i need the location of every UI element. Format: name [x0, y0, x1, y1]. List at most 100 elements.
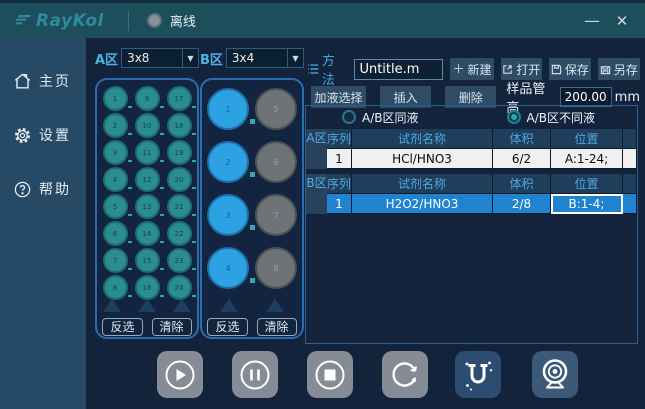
radio-different-label: A/B区不同液	[527, 109, 596, 126]
well-a-19[interactable]: 19	[167, 140, 192, 165]
sidebar-item-home[interactable]: 主页	[0, 66, 86, 96]
table-row[interactable]: 1H2O2/HNO32/8B:1-4;	[327, 194, 637, 214]
well-a-24[interactable]: 24	[167, 275, 192, 300]
well-b-7[interactable]: 7	[255, 194, 297, 236]
well-a-18[interactable]: 18	[167, 113, 192, 138]
column-marker-icon[interactable]	[138, 299, 156, 312]
well-number: 5	[113, 203, 117, 211]
pause-button[interactable]	[232, 351, 278, 398]
well-a-21[interactable]: 21	[167, 194, 192, 219]
help-icon	[13, 180, 32, 199]
column-header-filler	[623, 129, 637, 149]
well-b-2[interactable]: 2	[207, 141, 249, 183]
table-cell[interactable]: 1	[327, 194, 352, 214]
plate-a-box: 123456789101112131415161718192021222324 …	[95, 78, 199, 339]
method-filename-input[interactable]: Untitle.m	[354, 59, 443, 80]
well-a-2[interactable]: 2	[103, 113, 128, 138]
radio-icon[interactable]	[507, 110, 521, 124]
plate-a-size-select[interactable]: 3x8 ▼	[121, 48, 199, 68]
reset-button[interactable]	[382, 351, 428, 398]
plate-a-clear-button[interactable]: 清除	[152, 318, 192, 336]
well-a-11[interactable]: 11	[135, 140, 160, 165]
well-a-13[interactable]: 13	[135, 194, 160, 219]
camera-button[interactable]	[532, 351, 578, 398]
well-b-4[interactable]: 4	[207, 247, 249, 289]
plate-b-clear-button[interactable]: 清除	[257, 318, 297, 336]
radio-icon[interactable]	[342, 110, 356, 124]
well-a-16[interactable]: 16	[135, 275, 160, 300]
close-button[interactable]: ✕	[607, 12, 637, 30]
well-a-3[interactable]: 3	[103, 140, 128, 165]
well-a-5[interactable]: 5	[103, 194, 128, 219]
table-header-row: 序列试剂名称体积位置	[327, 129, 637, 149]
table-b-zone-label: B区	[306, 174, 327, 214]
well-number: 14	[143, 230, 152, 238]
well-number: 2	[113, 122, 117, 130]
minimize-button[interactable]: —	[577, 11, 607, 30]
chevron-down-icon[interactable]: ▼	[287, 49, 303, 67]
plate-b-invert-button[interactable]: 反选	[207, 318, 247, 336]
well-b-5[interactable]: 5	[255, 88, 297, 130]
stop-button[interactable]	[307, 351, 353, 398]
well-number: 8	[273, 264, 278, 273]
column-marker-icon[interactable]	[103, 299, 121, 312]
well-a-17[interactable]: 17	[167, 86, 192, 111]
plate-b-size-value: 3x4	[227, 51, 287, 65]
plate-b-wells: 1 2 3 4 5 6 7 8	[202, 88, 302, 289]
well-a-20[interactable]: 20	[167, 167, 192, 192]
tube-height-input[interactable]: 200.00	[560, 87, 611, 107]
start-button[interactable]	[157, 351, 203, 398]
column-header: 体积	[493, 129, 551, 149]
radio-different-liquid[interactable]: A/B区不同液	[507, 109, 596, 126]
well-number: 4	[225, 264, 230, 273]
table-cell[interactable]: H2O2/HNO3	[352, 194, 493, 214]
well-a-8[interactable]: 8	[103, 275, 128, 300]
well-a-6[interactable]: 6	[103, 221, 128, 246]
well-a-22[interactable]: 22	[167, 221, 192, 246]
well-a-23[interactable]: 23	[167, 248, 192, 273]
table-cell[interactable]: A:1-24;	[551, 149, 623, 169]
rinse-tube-button[interactable]	[455, 351, 501, 398]
sidebar-item-label: 主页	[39, 71, 71, 91]
column-marker-icon[interactable]	[266, 299, 284, 312]
well-a-4[interactable]: 4	[103, 167, 128, 192]
well-a-12[interactable]: 12	[135, 167, 160, 192]
chevron-down-icon[interactable]: ▼	[182, 49, 198, 67]
column-header: 序列	[327, 174, 352, 194]
well-a-10[interactable]: 10	[135, 113, 160, 138]
save-method-button[interactable]: 保存	[549, 58, 590, 80]
plate-b-size-select[interactable]: 3x4 ▼	[226, 48, 304, 68]
well-a-9[interactable]: 9	[135, 86, 160, 111]
plus-icon: ＋	[453, 63, 465, 75]
column-header: 位置	[551, 174, 623, 194]
well-a-14[interactable]: 14	[135, 221, 160, 246]
well-b-6[interactable]: 6	[255, 141, 297, 183]
sidebar-item-settings[interactable]: 设置	[0, 120, 86, 150]
table-cell[interactable]: B:1-4;	[551, 194, 623, 214]
table-b-block: B区 序列试剂名称体积位置1H2O2/HNO32/8B:1-4;	[306, 174, 637, 214]
open-method-button[interactable]: 打开	[501, 58, 542, 80]
well-b-3[interactable]: 3	[207, 194, 249, 236]
table-cell[interactable]: 1	[327, 149, 352, 169]
new-method-button[interactable]: ＋ 新建	[450, 58, 493, 80]
radio-same-liquid[interactable]: A/B区同液	[342, 109, 419, 126]
well-a-7[interactable]: 7	[103, 248, 128, 273]
well-b-8[interactable]: 8	[255, 247, 297, 289]
column-marker-icon[interactable]	[220, 299, 238, 312]
table-cell[interactable]: HCl/HNO3	[352, 149, 493, 169]
well-number: 1	[225, 105, 230, 114]
table-row[interactable]: 1HCl/HNO36/2A:1-24;	[327, 149, 637, 169]
well-a-15[interactable]: 15	[135, 248, 160, 273]
column-marker-icon[interactable]	[173, 299, 191, 312]
sidebar-item-help[interactable]: 帮助	[0, 174, 86, 204]
save-as-method-button[interactable]: 另存	[598, 58, 640, 80]
well-a-1[interactable]: 1	[103, 86, 128, 111]
well-b-1[interactable]: 1	[207, 88, 249, 130]
table-cell[interactable]: 6/2	[493, 149, 551, 169]
plate-a-wells: 123456789101112131415161718192021222324	[97, 86, 197, 300]
plate-a-invert-button[interactable]: 反选	[102, 318, 142, 336]
table-cell[interactable]: 2/8	[493, 194, 551, 214]
sidebar-item-label: 设置	[39, 125, 71, 145]
sidebar-item-label: 帮助	[39, 179, 71, 199]
table-a-zone-label: A区	[306, 129, 327, 169]
